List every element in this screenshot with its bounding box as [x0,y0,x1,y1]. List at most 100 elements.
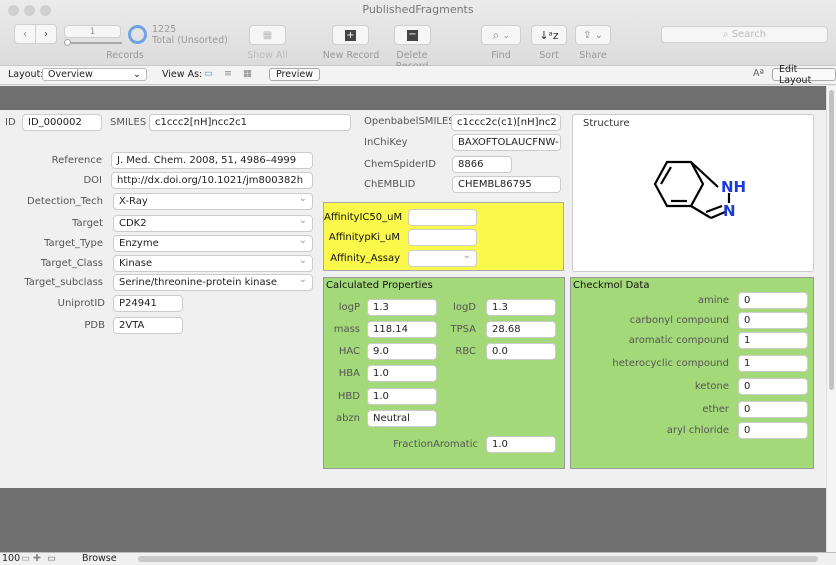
previous-record-button[interactable]: ‹ [14,24,36,44]
id-field[interactable]: ID_000002 [22,114,102,131]
chembl-label: ChEMBLID [364,179,416,190]
sort-label: Sort [539,50,559,61]
abzn-field[interactable]: Neutral [367,410,437,427]
checkmol-field[interactable]: 0 [738,422,808,439]
hac-label: HAC [338,346,360,357]
logd-field[interactable]: 1.3 [486,299,556,316]
fraction-aromatic-label: FractionAromatic [393,439,478,450]
inchikey-field[interactable]: BAXOFTOLAUCFNW- [452,134,561,151]
smiles-label: SMILES [110,117,147,128]
window-title: PublishedFragments [362,3,474,16]
rbc-field[interactable]: 0.0 [486,343,556,360]
detection-tech-dropdown[interactable]: X-Ray [113,193,313,210]
checkmol-field[interactable]: 1 [738,355,808,372]
reference-field[interactable]: J. Med. Chem. 2008, 51, 4986–4999 [111,152,313,169]
inchikey-label: InChiKey [364,137,408,148]
checkmol-label: carbonyl compound [629,315,729,326]
show-all-button[interactable]: ▦ [249,25,286,45]
pdb-field[interactable]: 2VTA [113,317,183,334]
target-subclass-label: Target_subclass [24,277,103,288]
sort-button[interactable]: ↓ᵃz [531,25,567,45]
checkmol-label: ketone [694,381,729,392]
toggle-toolbar-icon[interactable]: ▭ [47,553,56,564]
checkmol-field[interactable]: 0 [738,401,808,418]
search-icon: ⌕ [722,29,732,40]
hac-field[interactable]: 9.0 [367,343,437,360]
checkmol-title: Checkmol Data [573,280,650,291]
delete-record-button[interactable]: − [394,25,431,45]
ic50-label: AffinityIC50_uM [324,212,403,223]
zoom-level[interactable]: 100 [2,553,20,564]
checkmol-panel: Checkmol Data amine 0 carbonyl compound 0 ar… [570,277,814,469]
mass-label: mass [333,324,360,335]
hba-label: HBA [338,368,360,379]
search-input[interactable]: ⌕ Search [661,26,828,43]
form-view-icon[interactable]: ▭ [204,68,213,79]
record-slider-thumb[interactable] [64,39,71,46]
list-view-icon[interactable]: ≡ [224,68,232,79]
preview-button[interactable]: Preview [269,68,320,81]
structure-label: Structure [583,118,630,129]
zoom-out-icon[interactable]: ▭ [21,553,30,564]
doi-field[interactable]: http://dx.doi.org/10.1021/jm800382h [111,172,313,189]
target-subclass-dropdown[interactable]: Serine/threonine-protein kinase [113,274,313,291]
checkmol-field[interactable]: 0 [738,312,808,329]
new-record-label: New Record [322,50,380,61]
magnifier-icon: ⌕ [492,27,500,42]
zoom-in-icon[interactable]: ✚ [33,553,41,564]
uniprot-field[interactable]: P24941 [113,295,183,312]
assay-dropdown[interactable] [408,250,477,267]
openbabel-field[interactable]: c1ccc2c(c1)[nH]nc2 [451,114,561,131]
structure-container: Structure NH N [572,114,814,272]
target-dropdown[interactable]: CDK2 [113,215,313,232]
ic50-field[interactable] [408,209,477,226]
checkmol-field[interactable]: 0 [738,292,808,309]
hbd-field[interactable]: 1.0 [367,388,437,405]
logp-field[interactable]: 1.3 [367,299,437,316]
fraction-aromatic-field[interactable]: 1.0 [486,436,556,453]
pki-field[interactable] [408,229,477,246]
vertical-scrollbar[interactable] [826,86,836,552]
layout-label: Layout: [8,69,44,80]
scrollbar-thumb[interactable] [829,90,834,390]
footer-band [0,488,826,552]
calculated-properties-panel: Calculated Properties logP 1.3 logD 1.3 … [323,277,565,469]
structure-n-label: N [723,202,736,220]
share-button[interactable]: ⇪ ⌄ [575,25,611,45]
find-button[interactable]: ⌕ ⌄ [481,25,521,45]
detection-tech-label: Detection_Tech [27,196,103,207]
molecule-structure-image: NH N [653,160,746,220]
target-class-dropdown[interactable]: Kinase [113,255,313,272]
layout-bar: Layout: Overview ⌄ View As: ▭ ≡ ▦ Preview… [0,64,836,86]
uniprot-label: UniprotID [57,298,105,309]
mass-field[interactable]: 118.14 [367,321,437,338]
layout-select[interactable]: Overview ⌄ [42,68,147,81]
id-label: ID [5,117,16,128]
new-record-button[interactable]: + [332,25,369,45]
target-type-dropdown[interactable]: Enzyme [113,235,313,252]
mode-selector[interactable]: Browse [82,553,117,564]
checkmol-label: aromatic compound [628,335,729,346]
sort-icon: ↓ᵃz [539,28,559,42]
pdb-label: PDB [84,320,105,331]
smiles-field[interactable]: c1ccc2[nH]ncc2c1 [149,114,351,131]
record-pie-icon [128,25,147,44]
chemspider-field[interactable]: 8866 [452,156,512,173]
tpsa-field[interactable]: 28.68 [486,321,556,338]
text-size-icon[interactable]: Aª [753,68,764,79]
edit-layout-button[interactable]: Edit Layout [772,64,836,86]
next-record-button[interactable]: › [35,24,57,44]
show-all-icon: ▦ [262,29,273,41]
record-slider[interactable] [66,42,122,44]
record-number-input[interactable]: 1 [64,25,121,38]
hba-field[interactable]: 1.0 [367,365,437,382]
openbabel-label: OpenbabelSMILES [364,116,455,127]
calc-title: Calculated Properties [326,280,433,291]
plus-icon: + [345,29,356,41]
chembl-field[interactable]: CHEMBL86795 [452,176,561,193]
checkmol-field[interactable]: 1 [738,332,808,349]
table-view-icon[interactable]: ▦ [243,68,252,79]
horizontal-scrollbar[interactable] [138,556,818,562]
target-type-label: Target_Type [44,238,103,249]
checkmol-field[interactable]: 0 [738,378,808,395]
